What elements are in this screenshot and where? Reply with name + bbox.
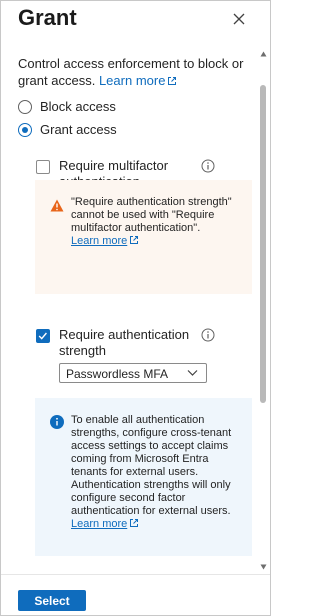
block-access-label: Block access — [40, 99, 116, 114]
checkmark-icon — [38, 332, 47, 340]
external-link-icon — [130, 519, 139, 527]
info-icon[interactable] — [201, 159, 215, 173]
external-link-icon — [168, 77, 177, 85]
footer-divider — [1, 574, 270, 575]
dropdown-value: Passwordless MFA — [66, 367, 169, 381]
close-icon[interactable] — [229, 9, 249, 29]
info-learn-more-link[interactable]: Learn more — [71, 518, 139, 530]
block-access-radio[interactable]: Block access — [18, 99, 116, 114]
scrollbar-thumb[interactable] — [260, 85, 266, 403]
panel-title: Grant — [18, 5, 77, 30]
grant-access-radio[interactable]: Grant access — [18, 122, 117, 137]
require-auth-strength-label: Require authentication strength — [59, 327, 190, 358]
warning-text: "Require authentication strength" cannot… — [71, 196, 232, 234]
learn-more-link[interactable]: Learn more — [99, 73, 177, 88]
info-icon[interactable] — [201, 328, 215, 342]
info-text-block: To enable all authentication strengths, … — [71, 414, 247, 531]
panel-content: Control access enforcement to block or g… — [1, 49, 256, 572]
auth-strength-dropdown[interactable]: Passwordless MFA — [59, 363, 207, 383]
warning-message: "Require authentication strength" cannot… — [35, 180, 252, 294]
vertical-scrollbar[interactable] — [258, 49, 268, 572]
panel-description: Control access enforcement to block or g… — [18, 55, 253, 89]
radio-circle-selected[interactable] — [18, 122, 32, 137]
scroll-up-arrow-icon[interactable] — [260, 51, 267, 57]
info-filled-icon — [50, 415, 64, 429]
scroll-down-arrow-icon[interactable] — [260, 564, 267, 570]
grant-access-label: Grant access — [40, 122, 117, 137]
info-message: To enable all authentication strengths, … — [35, 398, 252, 556]
radio-circle[interactable] — [18, 99, 32, 114]
warning-text-block: "Require authentication strength" cannot… — [71, 196, 243, 248]
select-button[interactable]: Select — [18, 590, 86, 611]
require-mfa-checkbox[interactable] — [36, 160, 50, 174]
info-text: To enable all authentication strengths, … — [71, 414, 232, 517]
grant-panel: Grant Control access enforcement to bloc… — [0, 0, 271, 616]
warning-learn-more-link[interactable]: Learn more — [71, 235, 139, 247]
chevron-down-icon — [187, 370, 198, 376]
require-auth-strength-checkbox[interactable] — [36, 329, 50, 343]
warning-icon — [50, 199, 64, 212]
external-link-icon — [130, 236, 139, 244]
